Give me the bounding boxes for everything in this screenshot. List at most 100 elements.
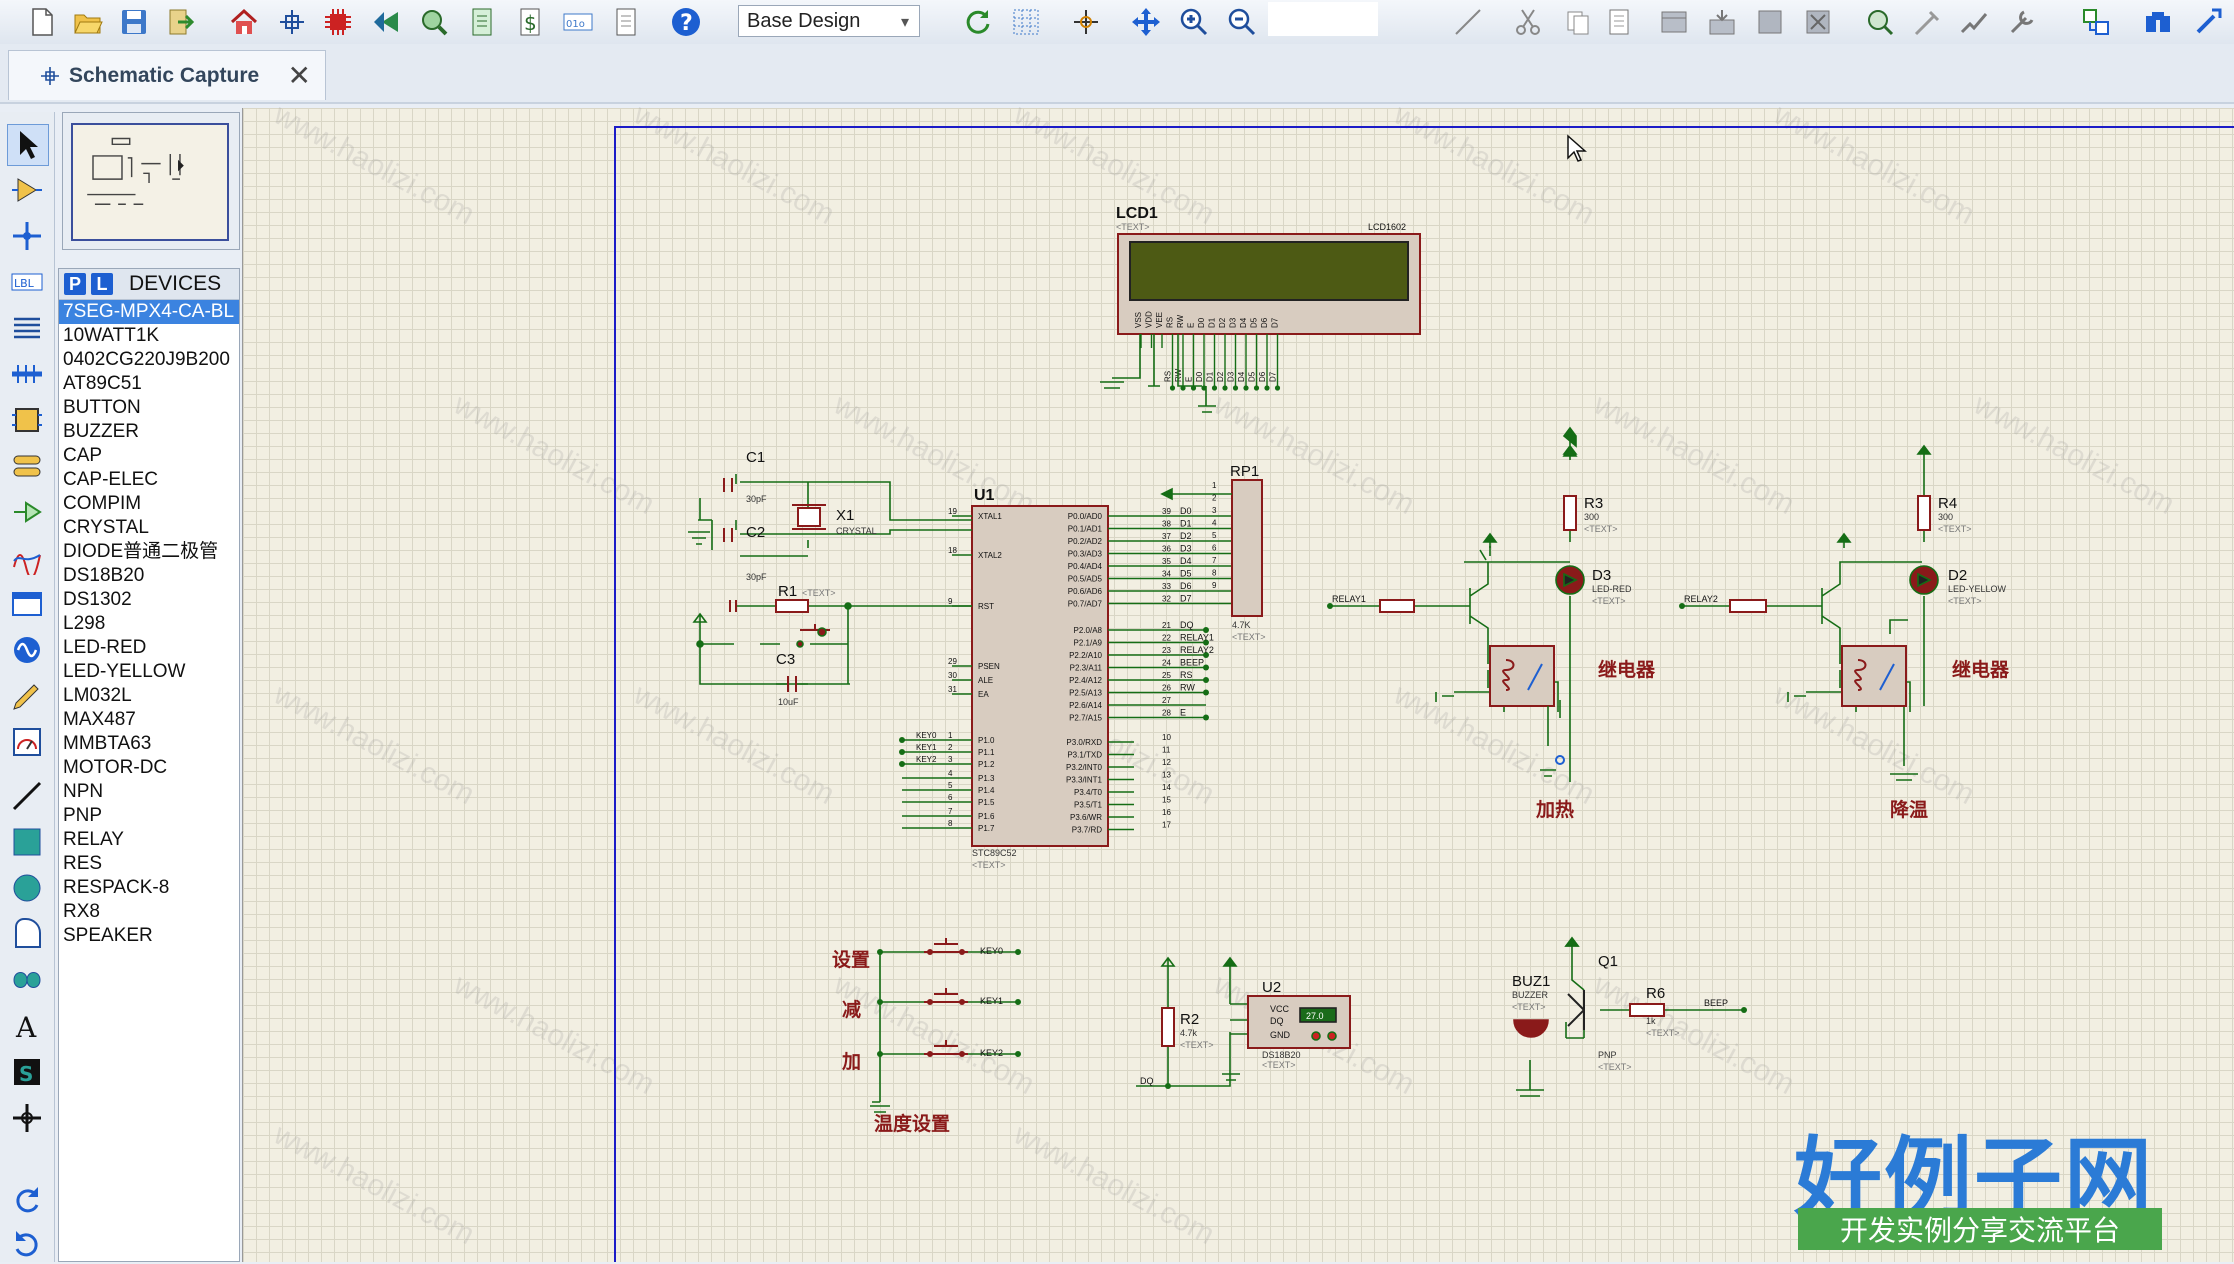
mcu-bus-net: D5 bbox=[1180, 569, 1192, 579]
mcu-p2-net: DQ bbox=[1180, 620, 1194, 630]
lcd-net-label: D3 bbox=[1227, 371, 1236, 382]
mcu-pin-label: P1.7 bbox=[978, 824, 995, 833]
u2-model: DS18B20 bbox=[1262, 1050, 1301, 1060]
mcu-pin-number: 26 bbox=[1162, 684, 1171, 693]
c2-value: 30pF bbox=[746, 572, 767, 582]
u2-temperature-display: 27.0 bbox=[1306, 1011, 1324, 1021]
lcd-component[interactable]: LCD1 <TEXT> LCD1602 VSS VDD VEE RSRSRWRWEED… bbox=[1116, 205, 1421, 391]
mcu-pin-label: P3.5/T1 bbox=[1074, 801, 1103, 810]
u2-pin-gnd: GND bbox=[1270, 1030, 1291, 1040]
q1-text: <TEXT> bbox=[1598, 1062, 1632, 1072]
r6-text: <TEXT> bbox=[1646, 1028, 1680, 1038]
lcd-pin-label: E bbox=[1187, 323, 1196, 328]
rp1-pin-number: 8 bbox=[1212, 569, 1217, 578]
r6-value: 1k bbox=[1646, 1016, 1656, 1026]
lcd-pin-label: D4 bbox=[1239, 317, 1248, 328]
mcu-pin-number: 29 bbox=[948, 657, 957, 666]
relay2-net-label: RELAY2 bbox=[1684, 594, 1718, 604]
lcd-net-label: D1 bbox=[1206, 371, 1215, 382]
mcu-pin-number: 25 bbox=[1162, 671, 1171, 680]
reset-circuit[interactable] bbox=[692, 599, 972, 692]
mcu-pin-label: P3.0/RXD bbox=[1066, 738, 1102, 747]
mcu-pin-number: 4 bbox=[948, 769, 953, 778]
x1-value: CRYSTAL bbox=[836, 526, 877, 536]
lcd-pin-label: D5 bbox=[1250, 317, 1259, 328]
keys-circuit[interactable] bbox=[870, 938, 1018, 1113]
mcu-p2-net: RW bbox=[1180, 683, 1195, 693]
rp1-value: 4.7K bbox=[1232, 620, 1251, 630]
lcd-net-label: D7 bbox=[1269, 371, 1278, 382]
u2-pin-vcc: VCC bbox=[1270, 1004, 1290, 1014]
mcu-pin-label: P1.0 bbox=[978, 736, 995, 745]
r2-ref: R2 bbox=[1180, 1011, 1199, 1028]
mcu-pin-number: 15 bbox=[1162, 796, 1171, 805]
r3-value: 300 bbox=[1584, 512, 1599, 522]
heat-label: 加热 bbox=[1535, 798, 1574, 821]
mcu-pin-label: P2.4/A12 bbox=[1069, 676, 1102, 685]
ds18b20-circuit[interactable] bbox=[1136, 956, 1351, 1087]
c1-ref: C1 bbox=[746, 449, 765, 466]
mcu-pin-label: P1.2 bbox=[978, 760, 995, 769]
lcd-net-label: E bbox=[1185, 377, 1194, 382]
mcu-pin-number: 33 bbox=[1162, 582, 1171, 591]
cooler-channel[interactable] bbox=[1682, 444, 1939, 781]
mcu-bus-net: D6 bbox=[1180, 581, 1192, 591]
lcd-pin-label: RS bbox=[1166, 317, 1175, 328]
key-set-label: 设置 bbox=[832, 949, 870, 971]
mcu-pin-label: P0.0/AD0 bbox=[1068, 512, 1103, 521]
rp1-pin-number: 2 bbox=[1212, 494, 1217, 503]
mcu-pin-number: 12 bbox=[1162, 758, 1171, 767]
buz1-text: <TEXT> bbox=[1512, 1002, 1546, 1012]
mcu-pin-number: 30 bbox=[948, 671, 957, 680]
mcu-pin-label: PSEN bbox=[978, 662, 1000, 671]
buzzer-circuit[interactable] bbox=[1513, 936, 1744, 1097]
r6-ref: R6 bbox=[1646, 985, 1665, 1002]
lcd-net-label: D5 bbox=[1248, 371, 1257, 382]
d2-text: <TEXT> bbox=[1948, 596, 1982, 606]
mcu-pin-number: 37 bbox=[1162, 532, 1171, 541]
watermark-slogan: 开发实例分享交流平台 bbox=[1798, 1208, 2162, 1250]
mcu-bus-net: D3 bbox=[1180, 544, 1192, 554]
mcu-ref: U1 bbox=[974, 487, 995, 504]
key2-net: KEY2 bbox=[980, 1048, 1003, 1058]
lcd-pin-label: D1 bbox=[1208, 317, 1217, 328]
mcu-component[interactable]: U1 STC89C52 <TEXT> 19XTAL118XTAL29RST29P… bbox=[899, 487, 1232, 870]
c3-value: 10uF bbox=[778, 697, 799, 707]
c2-ref: C2 bbox=[746, 524, 765, 541]
c1-value: 30pF bbox=[746, 494, 767, 504]
rp1-component[interactable]: RP1 4.7K <TEXT> 123456789 bbox=[1160, 463, 1266, 642]
lcd-pin-label: D6 bbox=[1260, 317, 1269, 328]
mcu-pin-label: EA bbox=[978, 690, 989, 699]
mcu-pin-label: P3.4/T0 bbox=[1074, 788, 1103, 797]
mcu-pin-number: 9 bbox=[948, 597, 953, 606]
mcu-pin-number: 18 bbox=[948, 546, 957, 555]
mcu-p2-net: RELAY2 bbox=[1180, 645, 1214, 655]
mcu-pin-label: P3.3/INT1 bbox=[1066, 776, 1103, 785]
heater-channel[interactable] bbox=[1330, 426, 1585, 782]
mcu-bus-net: D4 bbox=[1180, 556, 1192, 566]
mcu-pin-label: P2.5/A13 bbox=[1069, 689, 1102, 698]
mcu-bus-net: D7 bbox=[1180, 594, 1192, 604]
rp1-pin-number: 7 bbox=[1212, 556, 1217, 565]
mcu-pin-number: 3 bbox=[948, 755, 953, 764]
c3-ref: C3 bbox=[776, 651, 795, 668]
cool-label: 降温 bbox=[1890, 798, 1928, 821]
mcu-pin-number: 22 bbox=[1162, 634, 1171, 643]
q1-value: PNP bbox=[1598, 1050, 1617, 1060]
rp1-pin-number: 9 bbox=[1212, 581, 1217, 590]
crystal-circuit[interactable] bbox=[688, 474, 972, 557]
r1-ref: R1 bbox=[778, 583, 797, 600]
r2-value: 4.7k bbox=[1180, 1028, 1198, 1038]
temp-setting-label: 温度设置 bbox=[874, 1112, 950, 1135]
mcu-pin-label: P3.2/INT0 bbox=[1066, 763, 1103, 772]
mcu-key-net: KEY0 bbox=[916, 731, 937, 740]
r3-text: <TEXT> bbox=[1584, 524, 1618, 534]
mcu-pin-number: 16 bbox=[1162, 808, 1171, 817]
lcd-pin-label: D0 bbox=[1197, 317, 1206, 328]
lcd-net-label: RS bbox=[1164, 371, 1173, 382]
d3-text: <TEXT> bbox=[1592, 596, 1626, 606]
mouse-cursor-icon bbox=[1566, 134, 1588, 169]
mcu-pin-number: 2 bbox=[948, 743, 953, 752]
mcu-pin-label: P1.5 bbox=[978, 798, 995, 807]
r2-text: <TEXT> bbox=[1180, 1040, 1214, 1050]
